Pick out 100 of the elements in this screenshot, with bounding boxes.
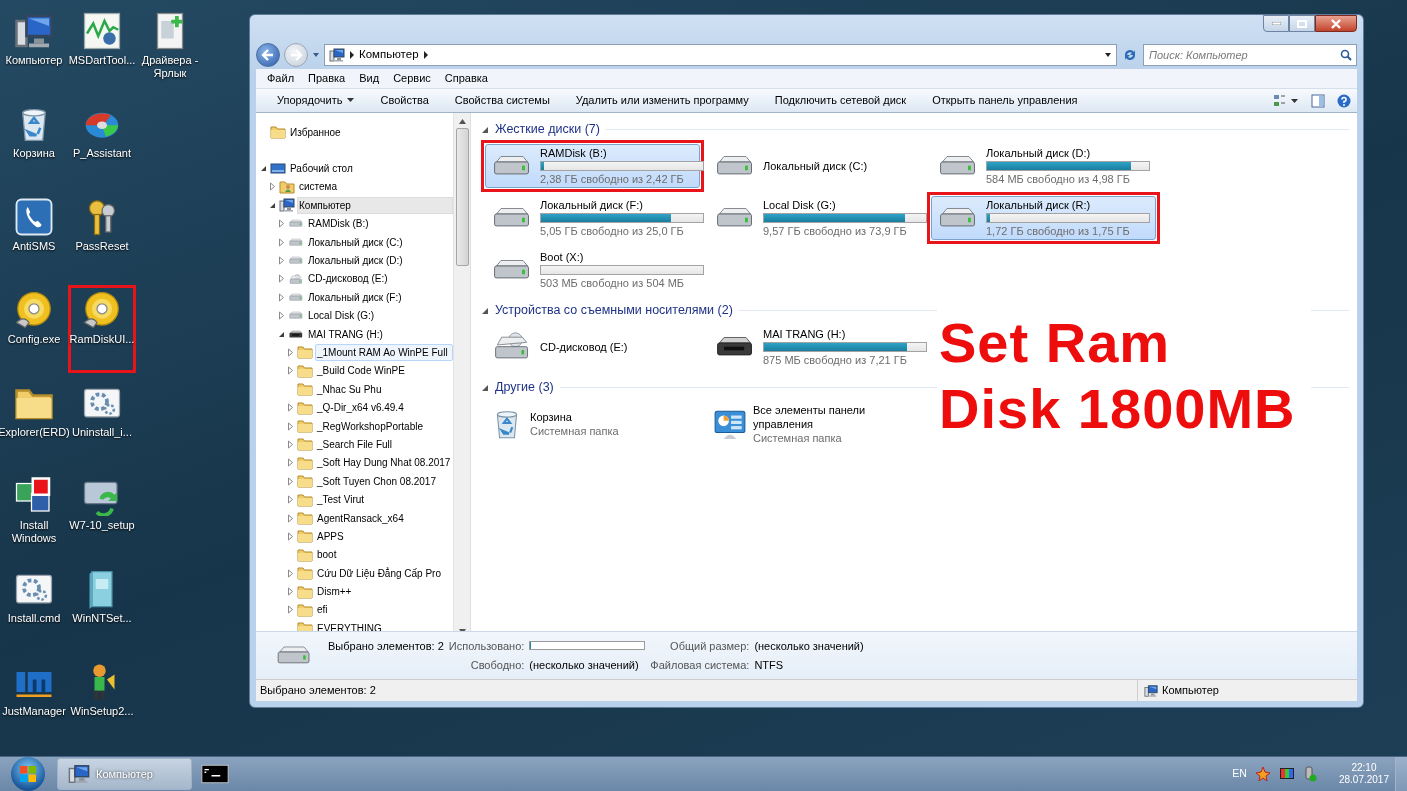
tree-item[interactable]: _Nhac Su Phu [315, 380, 453, 398]
icon-label[interactable]: Uninstall_i... [72, 426, 132, 439]
expand-arrow-icon[interactable] [286, 587, 295, 597]
tree-item[interactable]: AgentRansack_x64 [315, 509, 453, 527]
toolbar-button[interactable]: Удалить или изменить программу [562, 92, 762, 109]
tree-item[interactable]: CD-дисковод (E:) [306, 270, 453, 288]
menu-item[interactable]: Справка [437, 70, 495, 87]
toolbar-button[interactable]: Подключить сетевой диск [761, 92, 920, 109]
tree-item[interactable]: Cứu Dữ Liệu Đẳng Cấp Pro [315, 564, 453, 582]
icon-label[interactable]: MSDartTool... [68, 54, 136, 67]
expand-arrow-icon[interactable] [277, 219, 286, 229]
tree-item[interactable]: EVERYTHING [315, 619, 453, 631]
tray-icon[interactable] [1278, 766, 1295, 782]
tree-item[interactable]: Локальный диск (D:) [306, 252, 453, 270]
collapse-arrow-icon[interactable] [481, 383, 489, 392]
expand-arrow-icon[interactable] [286, 476, 295, 486]
minimize-button[interactable] [1263, 15, 1289, 32]
expand-arrow-icon[interactable] [277, 292, 286, 302]
drive-tile[interactable]: Корзина Системная папка [485, 402, 700, 446]
toolbar-button[interactable]: Упорядочить [264, 92, 368, 109]
group-title[interactable]: Устройства со съемными носителями (2) [495, 301, 733, 320]
drive-tile[interactable]: Локальный диск (R:) 1,72 ГБ свободно из 1,75 ГБ [931, 196, 1156, 240]
tree-item[interactable]: _Build Code WinPE [315, 362, 453, 380]
icon-label[interactable]: WinNTSet... [72, 612, 132, 625]
expand-arrow-icon[interactable] [277, 237, 286, 247]
expand-arrow-icon[interactable] [286, 421, 295, 431]
expand-arrow-icon[interactable] [277, 256, 286, 266]
icon-label[interactable]: Корзина [13, 147, 55, 160]
tree-item[interactable]: _Soft Tuyen Chon 08.2017 [315, 472, 453, 490]
forward-button[interactable] [284, 43, 308, 67]
expand-arrow-icon[interactable] [286, 458, 295, 468]
drive-tile[interactable]: Все элементы панели управления Системная папка [708, 402, 923, 446]
collapse-arrow-icon[interactable] [481, 125, 489, 134]
drive-tile[interactable]: Локальный диск (C:) [708, 144, 923, 188]
expand-arrow-icon[interactable] [286, 495, 295, 505]
icon-label[interactable]: W7-10_setup [69, 519, 135, 532]
group-title[interactable]: Жесткие диски (7) [495, 120, 600, 139]
drive-tile[interactable]: Локальный диск (D:) 584 МБ свободно из 4,98 ГБ [931, 144, 1156, 188]
tree-item[interactable]: Локальный диск (F:) [306, 288, 453, 306]
menu-item[interactable]: Правка [301, 70, 353, 87]
expand-arrow-icon[interactable] [286, 366, 295, 376]
address-field[interactable]: Компьютер [324, 44, 1117, 66]
toolbar-button[interactable]: Свойства системы [441, 92, 563, 109]
tree-item[interactable]: Local Disk (G:) [306, 307, 453, 325]
toolbar-button[interactable]: Открыть панель управления [919, 92, 1091, 109]
breadcrumb[interactable]: Компьютер [359, 46, 419, 64]
expand-arrow-icon[interactable] [286, 513, 295, 523]
drive-tile[interactable]: Local Disk (G:) 9,57 ГБ свободно из 73,9 ГБ [708, 196, 923, 240]
maximize-button[interactable] [1289, 15, 1315, 32]
expand-arrow-icon[interactable] [286, 439, 295, 449]
collapse-arrow-icon[interactable] [481, 306, 489, 315]
icon-label[interactable]: Install.cmd [7, 612, 61, 625]
expand-arrow-icon[interactable] [286, 403, 295, 413]
tree-item[interactable]: система [297, 178, 453, 196]
tree-item[interactable]: Локальный диск (C:) [306, 233, 453, 251]
drive-tile[interactable]: Локальный диск (F:) 5,05 ГБ свободно из 25,0 ГБ [485, 196, 700, 240]
icon-label[interactable]: Компьютер [5, 54, 63, 67]
tree-item[interactable]: efi [315, 601, 453, 619]
tree-item[interactable]: MAI TRANG (H:) [306, 325, 453, 343]
group-title[interactable]: Другие (3) [495, 378, 554, 397]
expand-arrow-icon[interactable] [268, 182, 277, 192]
drive-tile[interactable]: MAI TRANG (H:) 875 МБ свободно из 7,21 ГБ [708, 325, 923, 369]
drive-tile[interactable]: Boot (X:) 503 МБ свободно из 504 МБ [485, 248, 700, 292]
back-button[interactable] [256, 43, 280, 67]
drive-tile[interactable]: CD-дисковод (E:) [485, 325, 700, 369]
tree-item[interactable]: _Q-Dir_x64 v6.49.4 [315, 399, 453, 417]
icon-label[interactable]: Config.exe [7, 333, 61, 346]
caret-icon[interactable] [1104, 51, 1112, 59]
menu-item[interactable]: Файл [260, 70, 302, 87]
expand-arrow-icon[interactable] [286, 605, 295, 615]
tree-item[interactable]: _RegWorkshopPortable [315, 417, 453, 435]
expand-arrow-icon[interactable] [286, 531, 295, 541]
tree-item[interactable]: Dism++ [315, 583, 453, 601]
icon-label[interactable]: PassReset [75, 240, 129, 253]
tree-item[interactable]: _Search File Full [315, 435, 453, 453]
search-field[interactable]: Поиск: Компьютер [1143, 44, 1357, 66]
toolbar-button[interactable]: Свойства [367, 92, 442, 109]
menu-item[interactable]: Сервис [386, 70, 438, 87]
tree-item[interactable]: RAMDisk (B:) [306, 215, 453, 233]
icon-label[interactable]: JustManager [2, 705, 66, 718]
icon-label[interactable]: Explorer(ERD) [0, 426, 70, 439]
scrollbar-thumb[interactable] [455, 128, 469, 266]
scrollbar[interactable] [453, 113, 470, 631]
icon-label[interactable]: P_Assistant [72, 147, 132, 160]
icon-label[interactable]: Драйвера - Ярлык [141, 54, 199, 80]
expand-arrow-icon[interactable] [277, 311, 286, 321]
tree-item[interactable]: _Test Virut [315, 491, 453, 509]
icon-label[interactable]: AntiSMS [12, 240, 56, 253]
tree-item[interactable]: Избранное [288, 123, 453, 141]
expand-arrow-icon[interactable] [286, 348, 295, 357]
tree-item[interactable]: Компьютер [297, 196, 453, 214]
expand-arrow-icon[interactable] [277, 274, 286, 284]
expand-arrow-icon[interactable] [286, 568, 295, 578]
icon-label[interactable]: Install Windows [5, 519, 63, 545]
icon-label[interactable]: WinSetup2... [70, 705, 134, 718]
collapse-arrow-icon[interactable] [259, 164, 268, 174]
tree-item[interactable]: _Soft Hay Dung Nhat 08.2017 [315, 454, 453, 472]
tree-item[interactable]: boot [315, 546, 453, 564]
start-button[interactable] [11, 757, 45, 791]
menu-item[interactable]: Вид [352, 70, 387, 87]
